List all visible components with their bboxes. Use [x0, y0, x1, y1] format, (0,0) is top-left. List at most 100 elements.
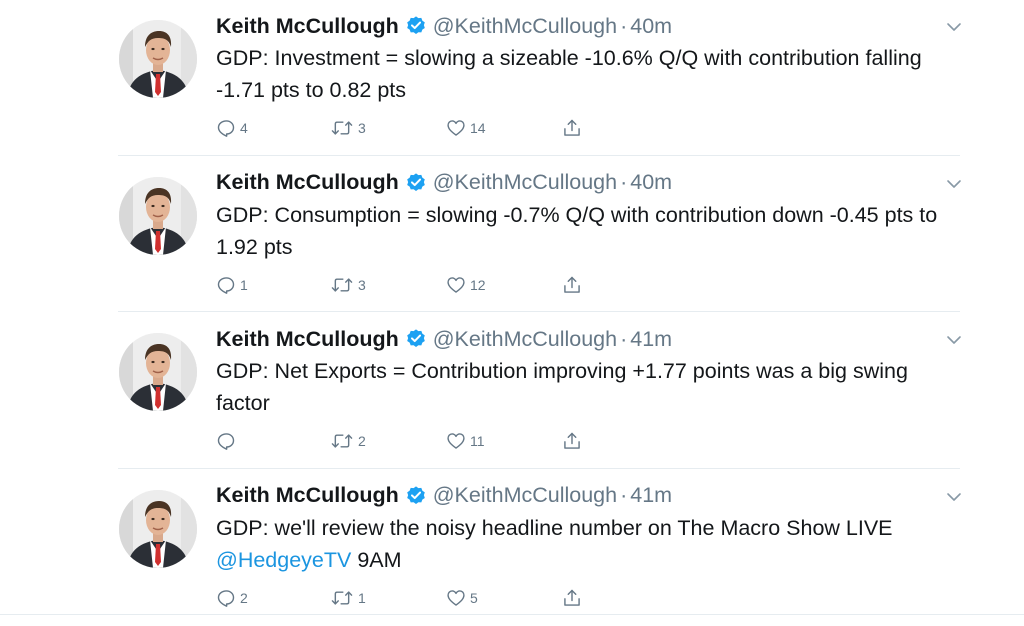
chevron-down-icon[interactable]: [946, 490, 962, 502]
retweet-button[interactable]: 1: [330, 586, 366, 610]
tweet-feed: Keith McCullough @KeithMcCullough · 40m …: [0, 0, 1024, 618]
share-button[interactable]: [562, 429, 582, 453]
chevron-down-icon[interactable]: [946, 333, 962, 345]
retweet-icon: [330, 431, 354, 451]
heart-icon: [446, 588, 466, 608]
like-count: 11: [470, 433, 485, 449]
tweet-text: GDP: Net Exports = Contribution improvin…: [216, 355, 966, 419]
retweet-button[interactable]: 3: [330, 116, 366, 140]
tweet[interactable]: Keith McCullough @KeithMcCullough · 41m …: [0, 313, 1024, 469]
reply-button[interactable]: 1: [216, 273, 248, 297]
like-count: 14: [470, 120, 486, 136]
like-button[interactable]: 11: [446, 429, 485, 453]
tweet-divider: [118, 311, 960, 312]
reply-count: 4: [240, 120, 248, 136]
reply-button[interactable]: [216, 429, 240, 453]
author-name[interactable]: Keith McCullough: [216, 483, 399, 508]
separator-dot: ·: [620, 170, 628, 194]
tweet-timestamp[interactable]: 41m: [630, 483, 672, 508]
mention-link[interactable]: @HedgeyeTV: [216, 548, 351, 572]
retweet-button[interactable]: 2: [330, 429, 366, 453]
author-name[interactable]: Keith McCullough: [216, 170, 399, 195]
verified-badge-icon: [405, 172, 427, 194]
reply-icon: [216, 431, 236, 451]
reply-icon: [216, 275, 236, 295]
reply-icon: [216, 118, 236, 138]
share-icon: [562, 431, 582, 451]
share-button[interactable]: [562, 586, 582, 610]
avatar-image: [119, 20, 197, 98]
tweet-actions: 2 1 5: [216, 586, 596, 610]
share-button[interactable]: [562, 273, 582, 297]
retweet-count: 3: [358, 120, 366, 136]
tweet[interactable]: Keith McCullough @KeithMcCullough · 40m …: [0, 157, 1024, 313]
author-name[interactable]: Keith McCullough: [216, 327, 399, 352]
heart-icon: [446, 431, 466, 451]
tweet-actions: 2 11: [216, 429, 596, 453]
like-count: 5: [470, 589, 478, 606]
author-handle[interactable]: @KeithMcCullough: [433, 14, 617, 39]
author-handle[interactable]: @KeithMcCullough: [433, 327, 617, 352]
author-handle[interactable]: @KeithMcCullough: [433, 483, 617, 508]
tweet-text: GDP: Consumption = slowing -0.7% Q/Q wit…: [216, 199, 966, 263]
tweet-actions: 1 3 12: [216, 273, 596, 297]
tweet-text: GDP: we'll review the noisy headline num…: [216, 512, 966, 576]
reply-button[interactable]: 2: [216, 586, 248, 610]
feed-bottom-divider: [0, 614, 1024, 615]
tweet-text-main: GDP: Consumption = slowing -0.7% Q/Q wit…: [216, 202, 938, 259]
share-icon: [562, 588, 582, 608]
share-icon: [562, 275, 582, 295]
like-button[interactable]: 14: [446, 116, 486, 140]
retweet-count: 1: [358, 589, 366, 606]
share-button[interactable]: [562, 116, 582, 140]
tweet-header: Keith McCullough @KeithMcCullough · 40m: [216, 11, 672, 41]
verified-badge-icon: [405, 485, 427, 507]
verified-badge-icon: [405, 328, 427, 350]
tweet-header: Keith McCullough @KeithMcCullough · 41m: [216, 324, 672, 354]
reply-count: 1: [240, 276, 248, 293]
separator-dot: ·: [620, 326, 628, 351]
tweet-divider: [118, 154, 960, 156]
tweet-header: Keith McCullough @KeithMcCullough · 40m: [216, 168, 672, 198]
chevron-down-icon[interactable]: [946, 20, 962, 32]
tweet-text-main: GDP: we'll review the noisy headline num…: [216, 515, 893, 540]
share-icon: [562, 118, 582, 138]
verified-badge-icon: [405, 15, 427, 37]
avatar[interactable]: [119, 489, 197, 568]
heart-icon: [446, 275, 466, 295]
heart-icon: [446, 118, 466, 138]
avatar[interactable]: [119, 176, 197, 255]
retweet-icon: [330, 118, 354, 138]
reply-count: 2: [240, 589, 248, 606]
chevron-down-icon[interactable]: [946, 177, 962, 189]
tweet-text: GDP: Investment = slowing a sizeable -10…: [216, 42, 966, 106]
tweet-timestamp[interactable]: 40m: [630, 170, 672, 195]
author-name[interactable]: Keith McCullough: [216, 14, 399, 39]
like-button[interactable]: 12: [446, 273, 486, 297]
reply-icon: [216, 588, 236, 608]
avatar-image: [119, 489, 197, 568]
avatar-image: [119, 333, 197, 411]
tweet-text-main: GDP: Investment = slowing a sizeable -10…: [216, 46, 922, 102]
retweet-count: 2: [358, 433, 366, 449]
tweet-text-after: 9AM: [351, 547, 402, 572]
author-handle[interactable]: @KeithMcCullough: [433, 170, 617, 195]
tweet-divider: [118, 467, 960, 469]
tweet[interactable]: Keith McCullough @KeithMcCullough · 40m …: [0, 0, 1024, 156]
separator-dot: ·: [620, 13, 628, 38]
avatar[interactable]: [119, 20, 197, 98]
tweet-actions: 4 3 14: [216, 116, 596, 140]
tweet-timestamp[interactable]: 41m: [630, 327, 672, 352]
tweet-header: Keith McCullough @KeithMcCullough · 41m: [216, 481, 672, 511]
retweet-icon: [330, 275, 354, 295]
avatar-image: [119, 176, 197, 255]
tweet-timestamp[interactable]: 40m: [630, 14, 672, 39]
tweet[interactable]: Keith McCullough @KeithMcCullough · 41m …: [0, 470, 1024, 626]
like-count: 12: [470, 276, 486, 293]
reply-button[interactable]: 4: [216, 116, 248, 140]
retweet-button[interactable]: 3: [330, 273, 366, 297]
tweet-text-main: GDP: Net Exports = Contribution improvin…: [216, 359, 908, 415]
retweet-count: 3: [358, 276, 366, 293]
like-button[interactable]: 5: [446, 586, 478, 610]
avatar[interactable]: [119, 333, 197, 411]
